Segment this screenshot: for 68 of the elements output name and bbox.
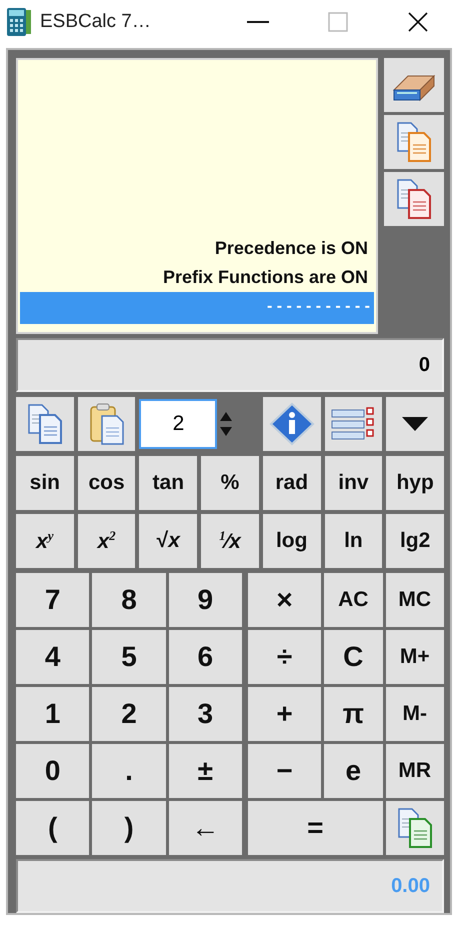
status-line: Precedence is ON <box>214 237 369 260</box>
operator-key[interactable]: + <box>248 687 322 741</box>
digit-key[interactable]: 3 <box>168 687 242 741</box>
digit-key[interactable]: ( <box>16 801 90 855</box>
function-key[interactable]: rad <box>262 456 321 510</box>
operator-key[interactable]: ÷ <box>248 630 322 684</box>
function-key[interactable]: x$^{y}$ <box>16 514 74 568</box>
operator-key[interactable]: MC <box>386 573 444 627</box>
spin-arrows-icon[interactable] <box>219 411 234 437</box>
function-key[interactable]: tan <box>139 456 198 510</box>
memory-field: 0.00 <box>16 859 444 913</box>
digit-key[interactable]: 8 <box>92 573 166 627</box>
clipboard-icon <box>88 402 125 446</box>
function-key[interactable]: sin <box>16 456 74 510</box>
calculator-icon <box>6 7 32 37</box>
clear-tape-button[interactable] <box>384 58 444 112</box>
operator-key[interactable]: × <box>248 573 322 627</box>
function-key[interactable]: ln <box>324 514 382 568</box>
operator-key[interactable]: M- <box>386 687 444 741</box>
operator-key[interactable]: π <box>324 687 383 741</box>
digit-key[interactable]: 5 <box>92 630 166 684</box>
digit-key[interactable]: 6 <box>168 630 242 684</box>
digit-key[interactable]: 9 <box>168 573 242 627</box>
copy-button[interactable] <box>384 172 444 226</box>
copy-button[interactable] <box>384 115 444 169</box>
digit-key[interactable]: . <box>92 744 166 798</box>
function-key[interactable]: √x <box>139 514 198 568</box>
digit-key[interactable]: 0 <box>16 744 90 798</box>
operator-key[interactable]: AC <box>324 573 383 627</box>
digit-key[interactable]: 1 <box>16 687 90 741</box>
window-title: ESBCalc 7… <box>40 11 152 33</box>
function-key[interactable]: $^{1}$⁄x <box>201 514 259 568</box>
copy-button[interactable] <box>16 397 74 451</box>
function-key[interactable]: cos <box>78 456 136 510</box>
dropdown-button[interactable] <box>386 397 444 451</box>
function-key[interactable]: log <box>262 514 321 568</box>
digit-key[interactable]: ± <box>168 744 242 798</box>
result-field: 0 <box>16 338 444 392</box>
close-icon[interactable] <box>407 11 429 33</box>
digit-key[interactable]: 7 <box>16 573 90 627</box>
operator-key[interactable]: M+ <box>386 630 444 684</box>
operator-key[interactable]: C <box>324 630 383 684</box>
operator-key[interactable]: e <box>324 744 383 798</box>
digit-key[interactable]: 4 <box>16 630 90 684</box>
info-icon <box>268 402 315 446</box>
digit-key[interactable]: ← <box>168 801 242 855</box>
copy-result-button[interactable] <box>386 801 444 855</box>
copy-pages-icon <box>26 403 63 445</box>
digit-key[interactable]: ) <box>92 801 166 855</box>
copy-pages-icon <box>396 807 433 849</box>
info-button[interactable] <box>262 397 321 451</box>
operator-key[interactable]: MR <box>386 744 444 798</box>
function-key[interactable]: x$^{2}$ <box>78 514 136 568</box>
copy-pages-icon <box>396 121 432 163</box>
function-key[interactable]: hyp <box>386 456 444 510</box>
minimize-icon[interactable] <box>247 20 269 24</box>
triangle-down-icon <box>402 417 428 431</box>
copy-pages-icon <box>396 178 432 220</box>
operator-key[interactable]: − <box>248 744 322 798</box>
function-key[interactable]: lg2 <box>386 514 444 568</box>
function-key[interactable]: inv <box>324 456 382 510</box>
digit-key[interactable]: 2 <box>92 687 166 741</box>
options-button[interactable] <box>324 397 382 451</box>
function-key[interactable]: % <box>201 456 259 510</box>
precision-field[interactable]: 2 <box>139 399 218 449</box>
paste-button[interactable] <box>78 397 136 451</box>
equals-key[interactable]: = <box>248 801 383 855</box>
status-line: Prefix Functions are ON <box>162 266 369 289</box>
